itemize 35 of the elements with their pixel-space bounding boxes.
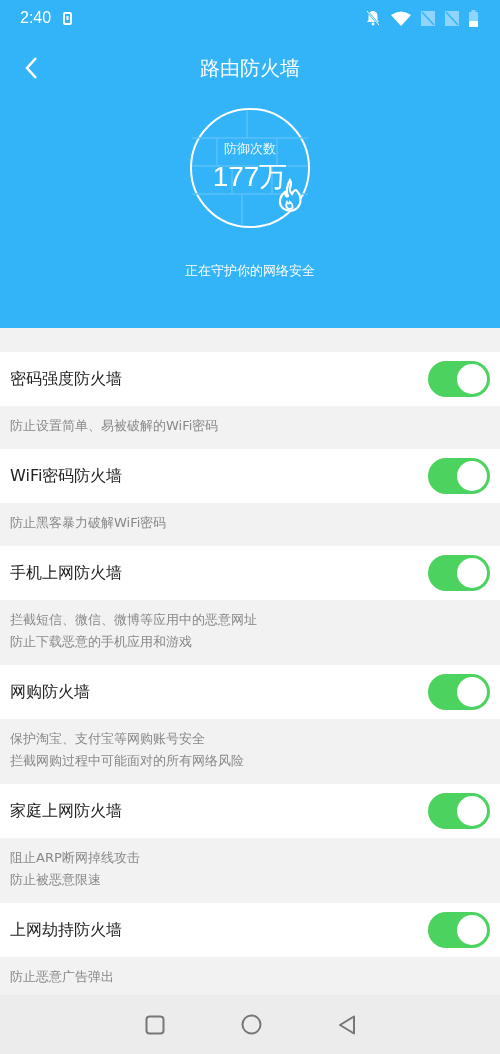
no-signal-icon <box>445 10 459 26</box>
setting-description: 防止恶意广告弹出 <box>10 969 115 985</box>
setting-description: 拦截短信、微信、微博等应用中的恶意网址 <box>10 612 258 628</box>
setting-title: 网购防火墙 <box>10 681 91 703</box>
setting-description: 阻止ARP断网掉线攻击 <box>10 850 141 866</box>
setting-description: 拦截网购过程中可能面对的所有网络风险 <box>10 753 245 769</box>
setting-description: 防止设置简单、易被破解的WiFi密码 <box>10 418 220 434</box>
bell-muted-icon <box>365 10 381 26</box>
setting-description: 保护淘宝、支付宝等网购账号安全 <box>10 731 206 747</box>
battery-icon <box>469 9 478 27</box>
toggle-switch[interactable] <box>428 361 490 397</box>
status-time: 2:40 <box>20 9 52 27</box>
toggle-switch[interactable] <box>428 674 490 710</box>
recents-button[interactable] <box>144 1014 165 1035</box>
no-signal-icon <box>421 10 435 26</box>
setting-description: 防止被恶意限速 <box>10 872 102 888</box>
setting-title: 密码强度防火墙 <box>10 368 123 390</box>
counter-value: 177万 <box>212 160 288 194</box>
toggle-switch[interactable] <box>428 793 490 829</box>
setting-description: 防止下载恶意的手机应用和游戏 <box>10 634 193 650</box>
toggle-switch[interactable] <box>428 458 490 494</box>
setting-description: 防止黑客暴力破解WiFi密码 <box>10 515 168 531</box>
toggle-switch[interactable] <box>428 912 490 948</box>
setting-title: 手机上网防火墙 <box>10 562 123 584</box>
counter-label: 防御次数 <box>224 140 276 158</box>
setting-title: WiFi密码防火墙 <box>10 465 124 487</box>
setting-title: 家庭上网防火墙 <box>10 800 123 822</box>
phone-icon <box>63 11 73 25</box>
toggle-switch[interactable] <box>428 555 490 591</box>
back-nav-button[interactable] <box>337 1014 356 1035</box>
wifi-icon <box>391 10 411 26</box>
setting-title: 上网劫持防火墙 <box>10 919 123 941</box>
home-button[interactable] <box>240 1014 262 1035</box>
page-title: 路由防火墙 <box>200 54 300 82</box>
protection-caption: 正在守护你的网络安全 <box>184 262 316 280</box>
